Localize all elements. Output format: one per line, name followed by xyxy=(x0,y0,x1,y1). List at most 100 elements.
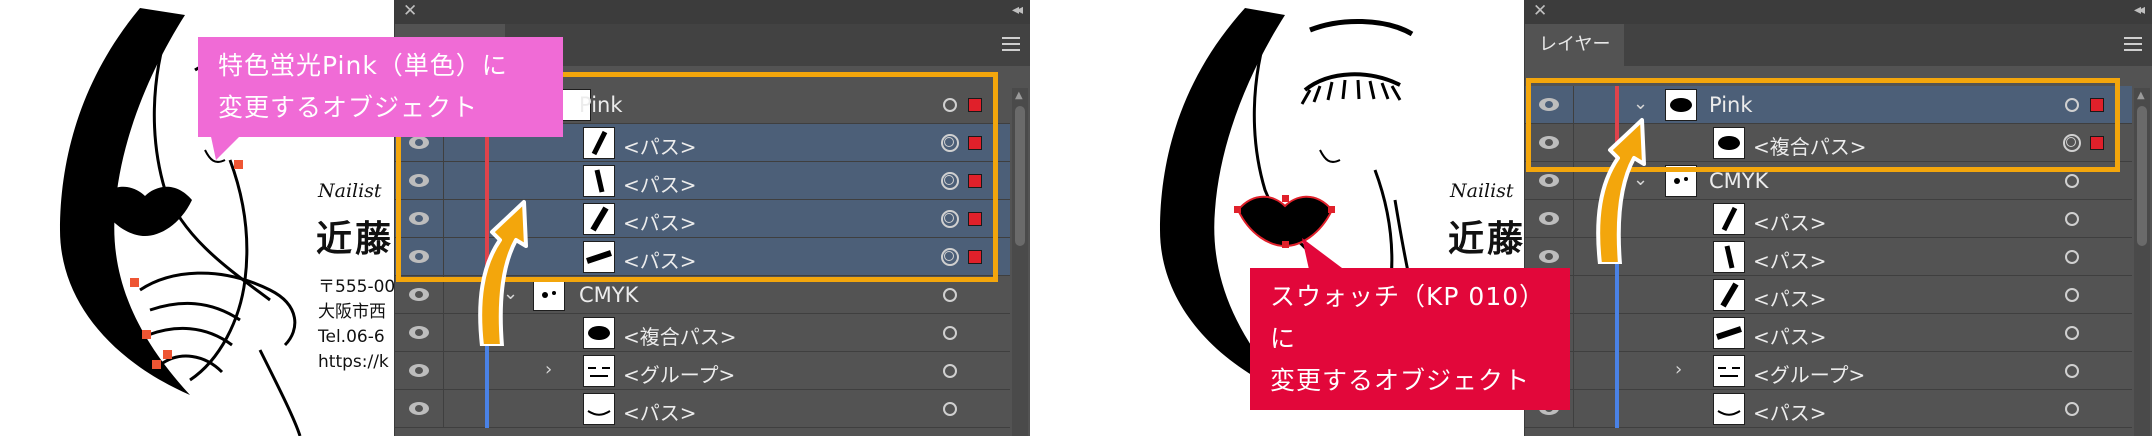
close-icon[interactable]: ✕ xyxy=(1533,1,1547,21)
layer-label[interactable]: <パス> xyxy=(623,397,697,426)
right-screenshot: Nailist 近藤 ✕ ◂◂ レイヤー ⌄ Pink <複合パス> ⌄ CMY… xyxy=(1040,0,2152,436)
scrollbar[interactable]: ▲ xyxy=(1012,88,1028,436)
selection-square[interactable] xyxy=(968,250,982,264)
layer-label[interactable]: Pink xyxy=(579,93,623,117)
path-thumbnail xyxy=(1713,241,1745,273)
visibility-eye-icon[interactable] xyxy=(1539,174,1559,187)
layer-label[interactable]: <パス> xyxy=(1753,207,1827,236)
visibility-eye-icon[interactable] xyxy=(409,364,429,377)
layer-row-path[interactable]: <パス> xyxy=(1525,390,2132,428)
layer-row-path[interactable]: <パス> xyxy=(1525,276,2132,314)
panel-titlebar: ✕ ◂◂ xyxy=(395,0,1030,24)
path-thumbnail xyxy=(1713,393,1745,425)
layer-label[interactable]: CMYK xyxy=(579,283,638,307)
target-circle-icon[interactable] xyxy=(2063,134,2081,152)
path-thumbnail xyxy=(583,165,615,197)
close-icon[interactable]: ✕ xyxy=(403,1,417,21)
card-title: Nailist xyxy=(1450,180,1514,202)
layer-label[interactable]: <グループ> xyxy=(1753,359,1865,388)
visibility-eye-icon[interactable] xyxy=(409,250,429,263)
layer-label[interactable]: <複合パス> xyxy=(623,321,737,350)
scroll-up-icon[interactable]: ▲ xyxy=(2137,90,2145,101)
selection-square[interactable] xyxy=(968,136,982,150)
scroll-thumb[interactable] xyxy=(1015,106,1025,246)
selection-square[interactable] xyxy=(968,212,982,226)
chevron-right-icon[interactable]: › xyxy=(545,361,552,379)
visibility-eye-icon[interactable] xyxy=(409,174,429,187)
callout-line-2: 変更するオブジェクト xyxy=(1270,366,1531,395)
target-circle-icon[interactable] xyxy=(941,134,959,152)
layer-label[interactable]: <パス> xyxy=(623,169,697,198)
card-title: Nailist xyxy=(318,180,382,202)
visibility-eye-icon[interactable] xyxy=(1539,136,1559,149)
layer-row-group[interactable]: › <グループ> xyxy=(395,352,1010,390)
layer-label[interactable]: <パス> xyxy=(1753,283,1827,312)
selection-square[interactable] xyxy=(968,98,982,112)
target-circle-icon[interactable] xyxy=(2065,212,2079,226)
chevron-down-icon[interactable]: ⌄ xyxy=(1633,95,1648,113)
target-circle-icon[interactable] xyxy=(2065,98,2079,112)
selection-square[interactable] xyxy=(2090,136,2104,150)
target-circle-icon[interactable] xyxy=(943,98,957,112)
visibility-eye-icon[interactable] xyxy=(409,136,429,149)
target-circle-icon[interactable] xyxy=(943,364,957,378)
callout-line-1: スウォッチ（KP 010）に xyxy=(1270,282,1546,353)
collapse-icon[interactable]: ◂◂ xyxy=(1012,2,1023,18)
layer-label[interactable]: <パス> xyxy=(623,131,697,160)
layer-row-path[interactable]: <パス> xyxy=(395,390,1010,428)
target-circle-icon[interactable] xyxy=(2065,250,2079,264)
address-line: Tel.06-6 xyxy=(318,327,385,347)
visibility-eye-icon[interactable] xyxy=(1539,250,1559,263)
target-circle-icon[interactable] xyxy=(943,288,957,302)
layer-row-path[interactable]: <パス> xyxy=(395,162,1010,200)
card-address: 〒555-00 大阪市西 Tel.06-6 https://k xyxy=(318,275,395,375)
target-circle-icon[interactable] xyxy=(943,402,957,416)
layer-row-group[interactable]: › <グループ> xyxy=(1525,352,2132,390)
layer-label[interactable]: <パス> xyxy=(623,207,697,236)
layer-label[interactable]: <パス> xyxy=(623,245,697,274)
callout-pink: 特色蛍光Pink（単色）に 変更するオブジェクト xyxy=(198,37,563,137)
target-circle-icon[interactable] xyxy=(943,326,957,340)
target-circle-icon[interactable] xyxy=(2065,364,2079,378)
selection-square[interactable] xyxy=(968,174,982,188)
tab-layers[interactable]: レイヤー xyxy=(1525,24,1625,66)
target-circle-icon[interactable] xyxy=(941,210,959,228)
scroll-up-icon[interactable]: ▲ xyxy=(1015,90,1023,101)
panel-menu-icon[interactable] xyxy=(2124,37,2142,53)
target-circle-icon[interactable] xyxy=(941,172,959,190)
layer-label[interactable]: <パス> xyxy=(1753,321,1827,350)
selection-square[interactable] xyxy=(2090,98,2104,112)
layer-label[interactable]: <グループ> xyxy=(623,359,735,388)
lips-thumbnail xyxy=(1713,127,1745,159)
target-circle-icon[interactable] xyxy=(941,248,959,266)
layer-label[interactable]: <複合パス> xyxy=(1753,131,1867,160)
target-circle-icon[interactable] xyxy=(2065,402,2079,416)
card-name: 近藤 xyxy=(316,219,395,260)
visibility-eye-icon[interactable] xyxy=(409,288,429,301)
address-line: https://k xyxy=(318,352,389,372)
layer-label[interactable]: Pink xyxy=(1709,93,1753,117)
target-circle-icon[interactable] xyxy=(2065,288,2079,302)
panel-menu-icon[interactable] xyxy=(1002,37,1020,53)
scrollbar[interactable]: ▲ xyxy=(2134,88,2150,436)
layer-label[interactable]: CMYK xyxy=(1709,169,1768,193)
target-circle-icon[interactable] xyxy=(2065,326,2079,340)
layer-label[interactable]: <パス> xyxy=(1753,397,1827,426)
collapse-icon[interactable]: ◂◂ xyxy=(2134,2,2145,18)
visibility-eye-icon[interactable] xyxy=(409,326,429,339)
card-name: 近藤 xyxy=(1448,219,1527,260)
path-thumbnail xyxy=(583,241,615,273)
layer-label[interactable]: <パス> xyxy=(1753,245,1827,274)
layer-row-path[interactable]: <パス> xyxy=(1525,314,2132,352)
scroll-thumb[interactable] xyxy=(2137,106,2147,246)
visibility-eye-icon[interactable] xyxy=(409,402,429,415)
visibility-eye-icon[interactable] xyxy=(1539,212,1559,225)
left-screenshot: Nailist 近藤 〒555-00 大阪市西 Tel.06-6 https:/… xyxy=(0,0,1040,436)
visibility-eye-icon[interactable] xyxy=(409,212,429,225)
path-thumbnail xyxy=(1713,317,1745,349)
target-circle-icon[interactable] xyxy=(2065,174,2079,188)
callout-line-1: 特色蛍光Pink（単色）に xyxy=(218,51,508,80)
chevron-right-icon[interactable]: › xyxy=(1675,361,1682,379)
visibility-eye-icon[interactable] xyxy=(1539,98,1559,111)
orange-arrow-icon xyxy=(1596,118,1646,264)
